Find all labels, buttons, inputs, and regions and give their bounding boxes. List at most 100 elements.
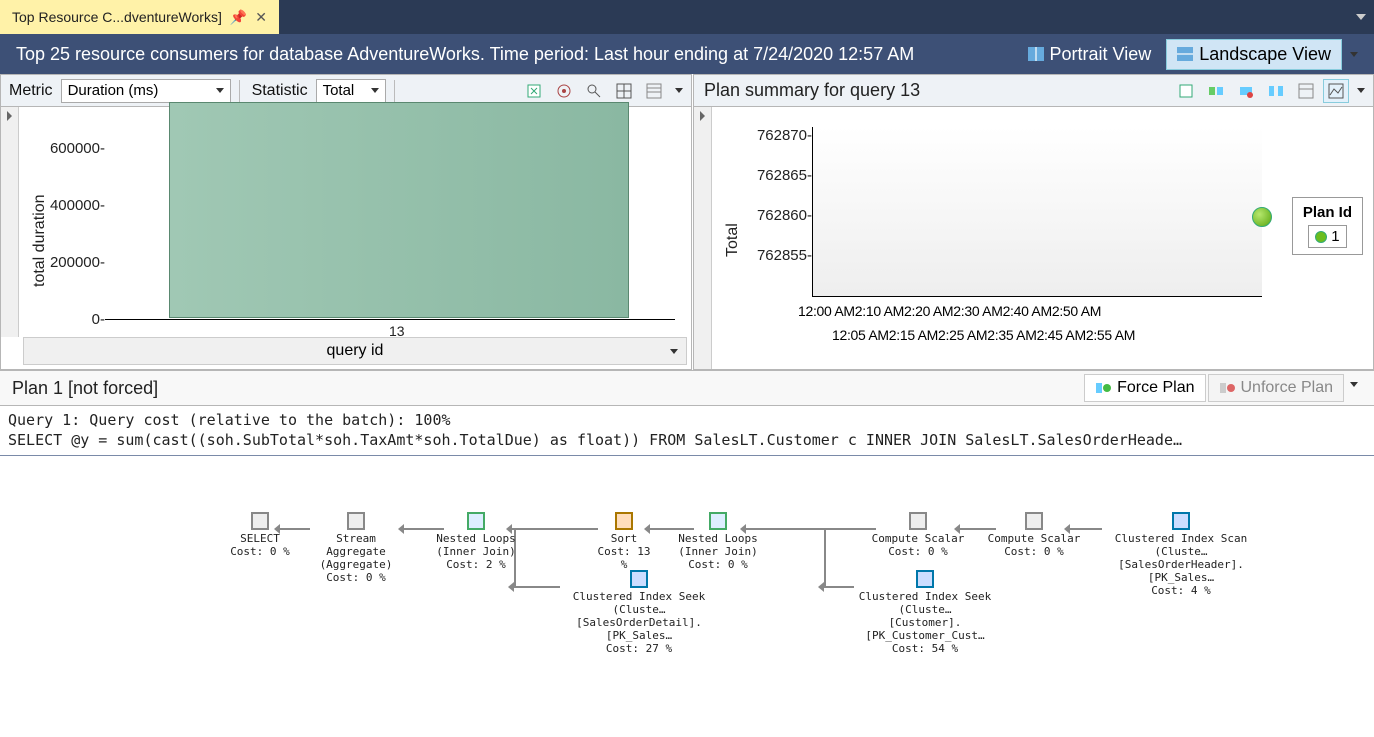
header-bar: Top 25 resource consumers for database A… bbox=[0, 34, 1374, 74]
dot-icon bbox=[1315, 231, 1327, 243]
x-tick: 2:35 AM bbox=[987, 327, 1036, 343]
bar-chart[interactable]: total duration 600000- 400000- 200000- 0… bbox=[19, 107, 691, 337]
sort-icon bbox=[615, 512, 633, 530]
plan-node-index-seek[interactable]: Clustered Index Seek (Cluste… [SalesOrde… bbox=[554, 570, 724, 656]
refresh-button[interactable] bbox=[521, 79, 547, 103]
grid-button[interactable] bbox=[1293, 79, 1319, 103]
grid-view-button[interactable] bbox=[611, 79, 637, 103]
plan-node-nested-loops[interactable]: Nested Loops (Inner Join) Cost: 0 % bbox=[678, 512, 758, 572]
portrait-label: Portrait View bbox=[1050, 44, 1152, 65]
x-tick: 12:05 AM bbox=[832, 327, 889, 343]
landscape-icon bbox=[1177, 47, 1193, 61]
multi-icon bbox=[1268, 83, 1284, 99]
chevron-down-icon[interactable] bbox=[1350, 52, 1358, 57]
document-tab[interactable]: Top Resource C...dventureWorks] 📌 ✕ bbox=[0, 0, 279, 34]
collapse-left-button[interactable] bbox=[1, 107, 19, 337]
x-axis-dropdown[interactable]: query id bbox=[23, 337, 687, 365]
force-icon bbox=[1095, 380, 1111, 396]
y-axis-label: Total bbox=[724, 223, 742, 257]
target-icon bbox=[556, 83, 572, 99]
chevron-down-icon[interactable] bbox=[675, 88, 683, 93]
right-toolbar: Plan summary for query 13 bbox=[694, 75, 1373, 107]
close-icon[interactable]: ✕ bbox=[255, 9, 267, 26]
x-tick: 2:15 AM bbox=[889, 327, 938, 343]
seek-icon bbox=[916, 570, 934, 588]
query-text-button[interactable] bbox=[581, 79, 607, 103]
metric-dropdown[interactable]: Duration (ms) bbox=[61, 79, 231, 103]
x-tick: 2:25 AM bbox=[938, 327, 987, 343]
plan-icon bbox=[1238, 83, 1254, 99]
multi-plan-button[interactable] bbox=[1263, 79, 1289, 103]
chevron-down-icon bbox=[216, 88, 224, 93]
landscape-view-button[interactable]: Landscape View bbox=[1166, 39, 1342, 70]
table-icon bbox=[251, 512, 269, 530]
compute-icon bbox=[909, 512, 927, 530]
portrait-view-button[interactable]: Portrait View bbox=[1017, 39, 1163, 70]
legend: Plan Id 1 bbox=[1292, 197, 1363, 255]
legend-title: Plan Id bbox=[1303, 204, 1352, 221]
pin-icon[interactable]: 📌 bbox=[230, 9, 247, 26]
x-tick: 2:45 AM bbox=[1037, 327, 1086, 343]
plan-data-point[interactable] bbox=[1252, 207, 1272, 227]
image-icon bbox=[1328, 83, 1344, 99]
plan-node-index-scan[interactable]: Clustered Index Scan (Cluste… [SalesOrde… bbox=[1096, 512, 1266, 598]
chevron-down-icon[interactable] bbox=[1357, 88, 1365, 93]
plan-node-compute-scalar[interactable]: Compute Scalar Cost: 0 % bbox=[984, 512, 1084, 558]
compute-icon bbox=[1025, 512, 1043, 530]
x-tick: 2:10 AM bbox=[855, 303, 904, 319]
aggregate-icon bbox=[347, 512, 365, 530]
unforce-plan-button: Unforce Plan bbox=[1208, 374, 1345, 402]
refresh-button[interactable] bbox=[1173, 79, 1199, 103]
seek-icon bbox=[630, 570, 648, 588]
target-button[interactable] bbox=[551, 79, 577, 103]
plan-title: Plan 1 [not forced] bbox=[12, 378, 158, 399]
arrow-right-icon bbox=[700, 111, 705, 121]
x-axis-label: query id bbox=[327, 342, 384, 360]
metric-label: Metric bbox=[5, 82, 57, 100]
x-tick: 2:55 AM bbox=[1086, 327, 1135, 343]
chart-button[interactable] bbox=[1323, 79, 1349, 103]
scan-icon bbox=[1172, 512, 1190, 530]
x-tick: 2:50 AM bbox=[1052, 303, 1101, 319]
table-view-button[interactable] bbox=[641, 79, 667, 103]
tab-title: Top Resource C...dventureWorks] bbox=[12, 9, 222, 25]
plan-node-aggregate[interactable]: Stream Aggregate (Aggregate) Cost: 0 % bbox=[306, 512, 406, 585]
plan-node-nested-loops[interactable]: Nested Loops (Inner Join) Cost: 2 % bbox=[436, 512, 516, 572]
bar-13[interactable] bbox=[169, 102, 629, 318]
magnifier-icon bbox=[586, 83, 602, 99]
single-plan-button[interactable] bbox=[1233, 79, 1259, 103]
statistic-dropdown[interactable]: Total bbox=[316, 79, 386, 103]
join-icon bbox=[709, 512, 727, 530]
table-icon bbox=[1298, 83, 1314, 99]
unforce-icon bbox=[1219, 380, 1235, 396]
portrait-icon bbox=[1028, 47, 1044, 61]
landscape-label: Landscape View bbox=[1199, 44, 1331, 65]
plan-summary-panel: Plan summary for query 13 Total 762870- … bbox=[693, 74, 1374, 370]
chevron-down-icon bbox=[371, 88, 379, 93]
execution-plan[interactable]: SELECT Cost: 0 % Stream Aggregate (Aggre… bbox=[0, 456, 1374, 686]
chevron-down-icon bbox=[1356, 14, 1366, 20]
collapse-right-button[interactable] bbox=[694, 107, 712, 369]
plan-node-compute-scalar[interactable]: Compute Scalar Cost: 0 % bbox=[868, 512, 968, 558]
compare-button[interactable] bbox=[1203, 79, 1229, 103]
plan-node-sort[interactable]: Sort Cost: 13 % bbox=[594, 512, 654, 572]
statistic-value: Total bbox=[323, 82, 355, 99]
x-tick: 12:00 AM bbox=[798, 303, 855, 319]
titlebar-menu[interactable] bbox=[1356, 0, 1374, 34]
table-icon bbox=[646, 83, 662, 99]
plan-node-select[interactable]: SELECT Cost: 0 % bbox=[230, 512, 290, 558]
plan-node-index-seek[interactable]: Clustered Index Seek (Cluste… [Customer]… bbox=[840, 570, 1010, 656]
chevron-down-icon bbox=[670, 349, 678, 354]
scatter-chart[interactable]: Total 762870- 762865- 762860- 762855- 12… bbox=[712, 107, 1373, 369]
query-text: Query 1: Query cost (relative to the bat… bbox=[0, 406, 1374, 456]
legend-item[interactable]: 1 bbox=[1308, 225, 1346, 248]
metric-value: Duration (ms) bbox=[68, 82, 159, 99]
chevron-down-icon[interactable] bbox=[1350, 382, 1358, 387]
resource-chart-panel: Metric Duration (ms) Statistic Total bbox=[0, 74, 692, 370]
refresh-icon bbox=[526, 83, 542, 99]
x-tick: 2:20 AM bbox=[904, 303, 953, 319]
arrow-right-icon bbox=[7, 111, 12, 121]
force-plan-button[interactable]: Force Plan bbox=[1084, 374, 1205, 402]
join-icon bbox=[467, 512, 485, 530]
title-bar: Top Resource C...dventureWorks] 📌 ✕ bbox=[0, 0, 1374, 34]
